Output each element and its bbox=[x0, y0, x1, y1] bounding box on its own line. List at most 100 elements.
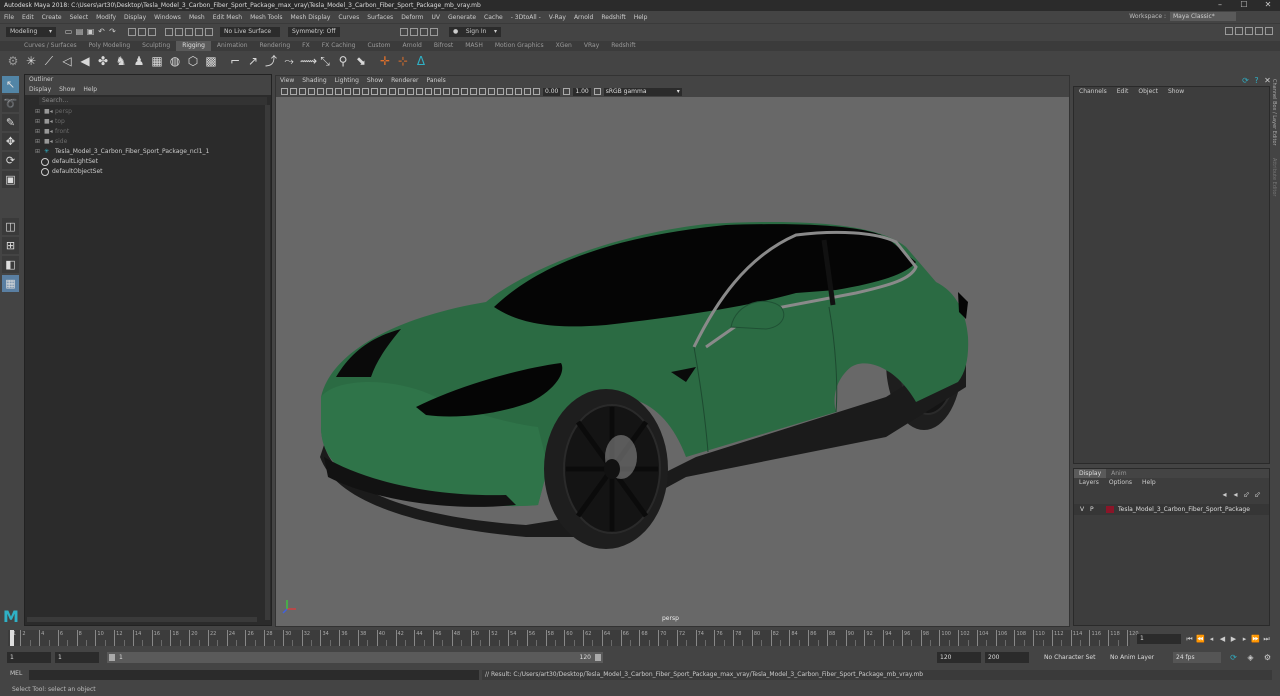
channelbox-menu-object[interactable]: Object bbox=[1133, 87, 1163, 97]
undo-icon[interactable]: ↶ bbox=[97, 27, 106, 36]
tab-channel-box-layer-editor[interactable]: Channel Box / Layer Editor bbox=[1271, 79, 1277, 146]
open-scene-icon[interactable]: ▤ bbox=[75, 27, 84, 36]
outliner-item-front[interactable]: ⊞ ■◂ front bbox=[25, 127, 271, 137]
layer-visibility-toggle[interactable]: V bbox=[1080, 506, 1090, 513]
help-icon[interactable]: ? bbox=[1252, 76, 1261, 85]
move-layer-down-icon[interactable]: ◂ bbox=[1231, 490, 1240, 499]
viewport-menu-panels[interactable]: Panels bbox=[422, 76, 449, 86]
character-controls-icon[interactable] bbox=[1235, 27, 1243, 35]
xray-components-icon[interactable] bbox=[524, 88, 531, 95]
live-surface-dropdown[interactable]: No Live Surface bbox=[220, 26, 280, 37]
range-handle-right[interactable] bbox=[595, 654, 601, 661]
2d-pan-icon[interactable] bbox=[317, 88, 324, 95]
motion-blur-icon[interactable] bbox=[470, 88, 477, 95]
bookmark-icon[interactable] bbox=[299, 88, 306, 95]
menu-help[interactable]: Help bbox=[630, 14, 652, 21]
snap-view-plane-icon[interactable] bbox=[195, 27, 203, 36]
ambient-occlusion-icon[interactable] bbox=[461, 88, 468, 95]
null-group-icon[interactable]: ⊹ bbox=[396, 54, 410, 68]
snap-curve-icon[interactable] bbox=[175, 27, 183, 36]
outliner-item-top[interactable]: ⊞ ■◂ top bbox=[25, 117, 271, 127]
menu-display[interactable]: Display bbox=[120, 14, 150, 21]
insert-joint-icon[interactable]: ◀ bbox=[78, 54, 92, 68]
new-scene-icon[interactable]: ▭ bbox=[64, 27, 73, 36]
color-management-icon[interactable] bbox=[593, 88, 601, 95]
outliner-scrollbar[interactable] bbox=[265, 105, 270, 620]
modeling-toolkit-icon[interactable] bbox=[1225, 27, 1233, 35]
xray-icon[interactable] bbox=[506, 88, 513, 95]
render-settings-icon[interactable] bbox=[420, 27, 428, 36]
menu-modify[interactable]: Modify bbox=[92, 14, 120, 21]
outliner-item-default-object-set[interactable]: defaultObjectSet bbox=[25, 167, 271, 177]
field-chart-icon[interactable] bbox=[371, 88, 378, 95]
shelf-tab-poly-modeling[interactable]: Poly Modeling bbox=[83, 41, 137, 51]
range-slider[interactable]: 1 120 bbox=[107, 652, 603, 663]
layer-menu-options[interactable]: Options bbox=[1104, 478, 1137, 488]
default-material-icon[interactable] bbox=[416, 88, 423, 95]
textured-icon[interactable] bbox=[434, 88, 441, 95]
ipr-render-icon[interactable] bbox=[410, 27, 418, 36]
menu-3dtoall[interactable]: - 3DtoAll - bbox=[507, 14, 545, 21]
shelf-tab-custom[interactable]: Custom bbox=[361, 41, 396, 51]
shelf-tab-mash[interactable]: MASH bbox=[459, 41, 489, 51]
shelf-tab-fx[interactable]: FX bbox=[296, 41, 316, 51]
menu-deform[interactable]: Deform bbox=[397, 14, 427, 21]
human-ik-icon[interactable]: ♟ bbox=[132, 54, 146, 68]
use-all-lights-icon[interactable] bbox=[443, 88, 450, 95]
single-view-icon[interactable]: ◫ bbox=[2, 218, 19, 235]
new-layer-icon[interactable]: ⬃ bbox=[1253, 490, 1262, 499]
layout-grid-icon[interactable]: ▦ bbox=[2, 275, 19, 292]
expand-icon[interactable]: ⊞ bbox=[35, 117, 41, 127]
playback-end-field[interactable]: 120 bbox=[937, 652, 981, 663]
channelbox-menu-show[interactable]: Show bbox=[1163, 87, 1189, 97]
parent-constraint-icon[interactable]: ⌐ bbox=[228, 54, 242, 68]
new-layer-from-selection-icon[interactable]: ⬃ bbox=[1242, 490, 1251, 499]
go-to-end-icon[interactable]: ⏭ bbox=[1261, 634, 1272, 644]
menu-create[interactable]: Create bbox=[38, 14, 66, 21]
outliner-menu-help[interactable]: Help bbox=[79, 85, 101, 95]
step-back-key-icon[interactable]: ⏪ bbox=[1195, 634, 1206, 644]
aim-constraint-icon[interactable]: ⤳ bbox=[282, 54, 296, 68]
viewport-panel[interactable]: View Shading Lighting Show Renderer Pane… bbox=[275, 75, 1070, 627]
menu-file[interactable]: File bbox=[0, 14, 18, 21]
menu-windows[interactable]: Windows bbox=[150, 14, 185, 21]
exposure-icon[interactable] bbox=[533, 88, 540, 95]
set-driven-key-icon[interactable]: ⚲ bbox=[336, 54, 350, 68]
save-scene-icon[interactable]: ▣ bbox=[86, 27, 95, 36]
safe-action-icon[interactable] bbox=[380, 88, 387, 95]
move-tool-icon[interactable]: ✥ bbox=[2, 133, 19, 150]
point-constraint-icon[interactable]: ↗ bbox=[246, 54, 260, 68]
hypershade-icon[interactable] bbox=[430, 27, 438, 36]
gamma-icon[interactable] bbox=[563, 88, 571, 95]
shelf-tab-vray[interactable]: VRay bbox=[578, 41, 605, 51]
pole-vector-icon[interactable]: ⟿ bbox=[300, 54, 317, 68]
outliner-menu-display[interactable]: Display bbox=[25, 85, 55, 95]
locator-icon[interactable]: ✛ bbox=[378, 54, 392, 68]
scale-tool-icon[interactable]: ▣ bbox=[2, 171, 19, 188]
camera-attributes-icon[interactable] bbox=[290, 88, 297, 95]
expand-icon[interactable]: ⊞ bbox=[35, 127, 41, 137]
character-set-dropdown[interactable]: No Character Set bbox=[1041, 652, 1101, 663]
select-object-icon[interactable] bbox=[138, 27, 146, 36]
step-back-frame-icon[interactable]: ◂ bbox=[1206, 634, 1217, 644]
anim-layer-dropdown[interactable]: No Anim Layer bbox=[1107, 652, 1167, 663]
safe-title-icon[interactable] bbox=[389, 88, 396, 95]
shelf-tab-sculpting[interactable]: Sculpting bbox=[136, 41, 176, 51]
layer-row[interactable]: V P Tesla_Model_3_Carbon_Fiber_Sport_Pac… bbox=[1074, 504, 1269, 515]
viewport-menu-show[interactable]: Show bbox=[363, 76, 387, 86]
isolate-select-icon[interactable] bbox=[497, 88, 504, 95]
shelf-tab-rendering[interactable]: Rendering bbox=[254, 41, 297, 51]
workspace-dropdown[interactable]: Maya Classic* bbox=[1170, 12, 1236, 21]
anti-aliasing-icon[interactable] bbox=[479, 88, 486, 95]
outliner-item-tesla-group[interactable]: ⊞ ✳ Tesla_Model_3_Carbon_Fiber_Sport_Packa… bbox=[25, 147, 271, 157]
gate-mask-icon[interactable] bbox=[362, 88, 369, 95]
outliner-hscrollbar[interactable] bbox=[27, 617, 257, 622]
menu-mesh[interactable]: Mesh bbox=[185, 14, 209, 21]
mirror-joint-icon[interactable]: ✤ bbox=[96, 54, 110, 68]
select-component-icon[interactable] bbox=[148, 27, 156, 36]
shelf-tab-fx-caching[interactable]: FX Caching bbox=[316, 41, 362, 51]
step-forward-key-icon[interactable]: ⏩ bbox=[1250, 634, 1261, 644]
wireframe-icon[interactable] bbox=[398, 88, 405, 95]
menu-select[interactable]: Select bbox=[66, 14, 93, 21]
auto-key-icon[interactable]: ◈ bbox=[1246, 653, 1255, 662]
